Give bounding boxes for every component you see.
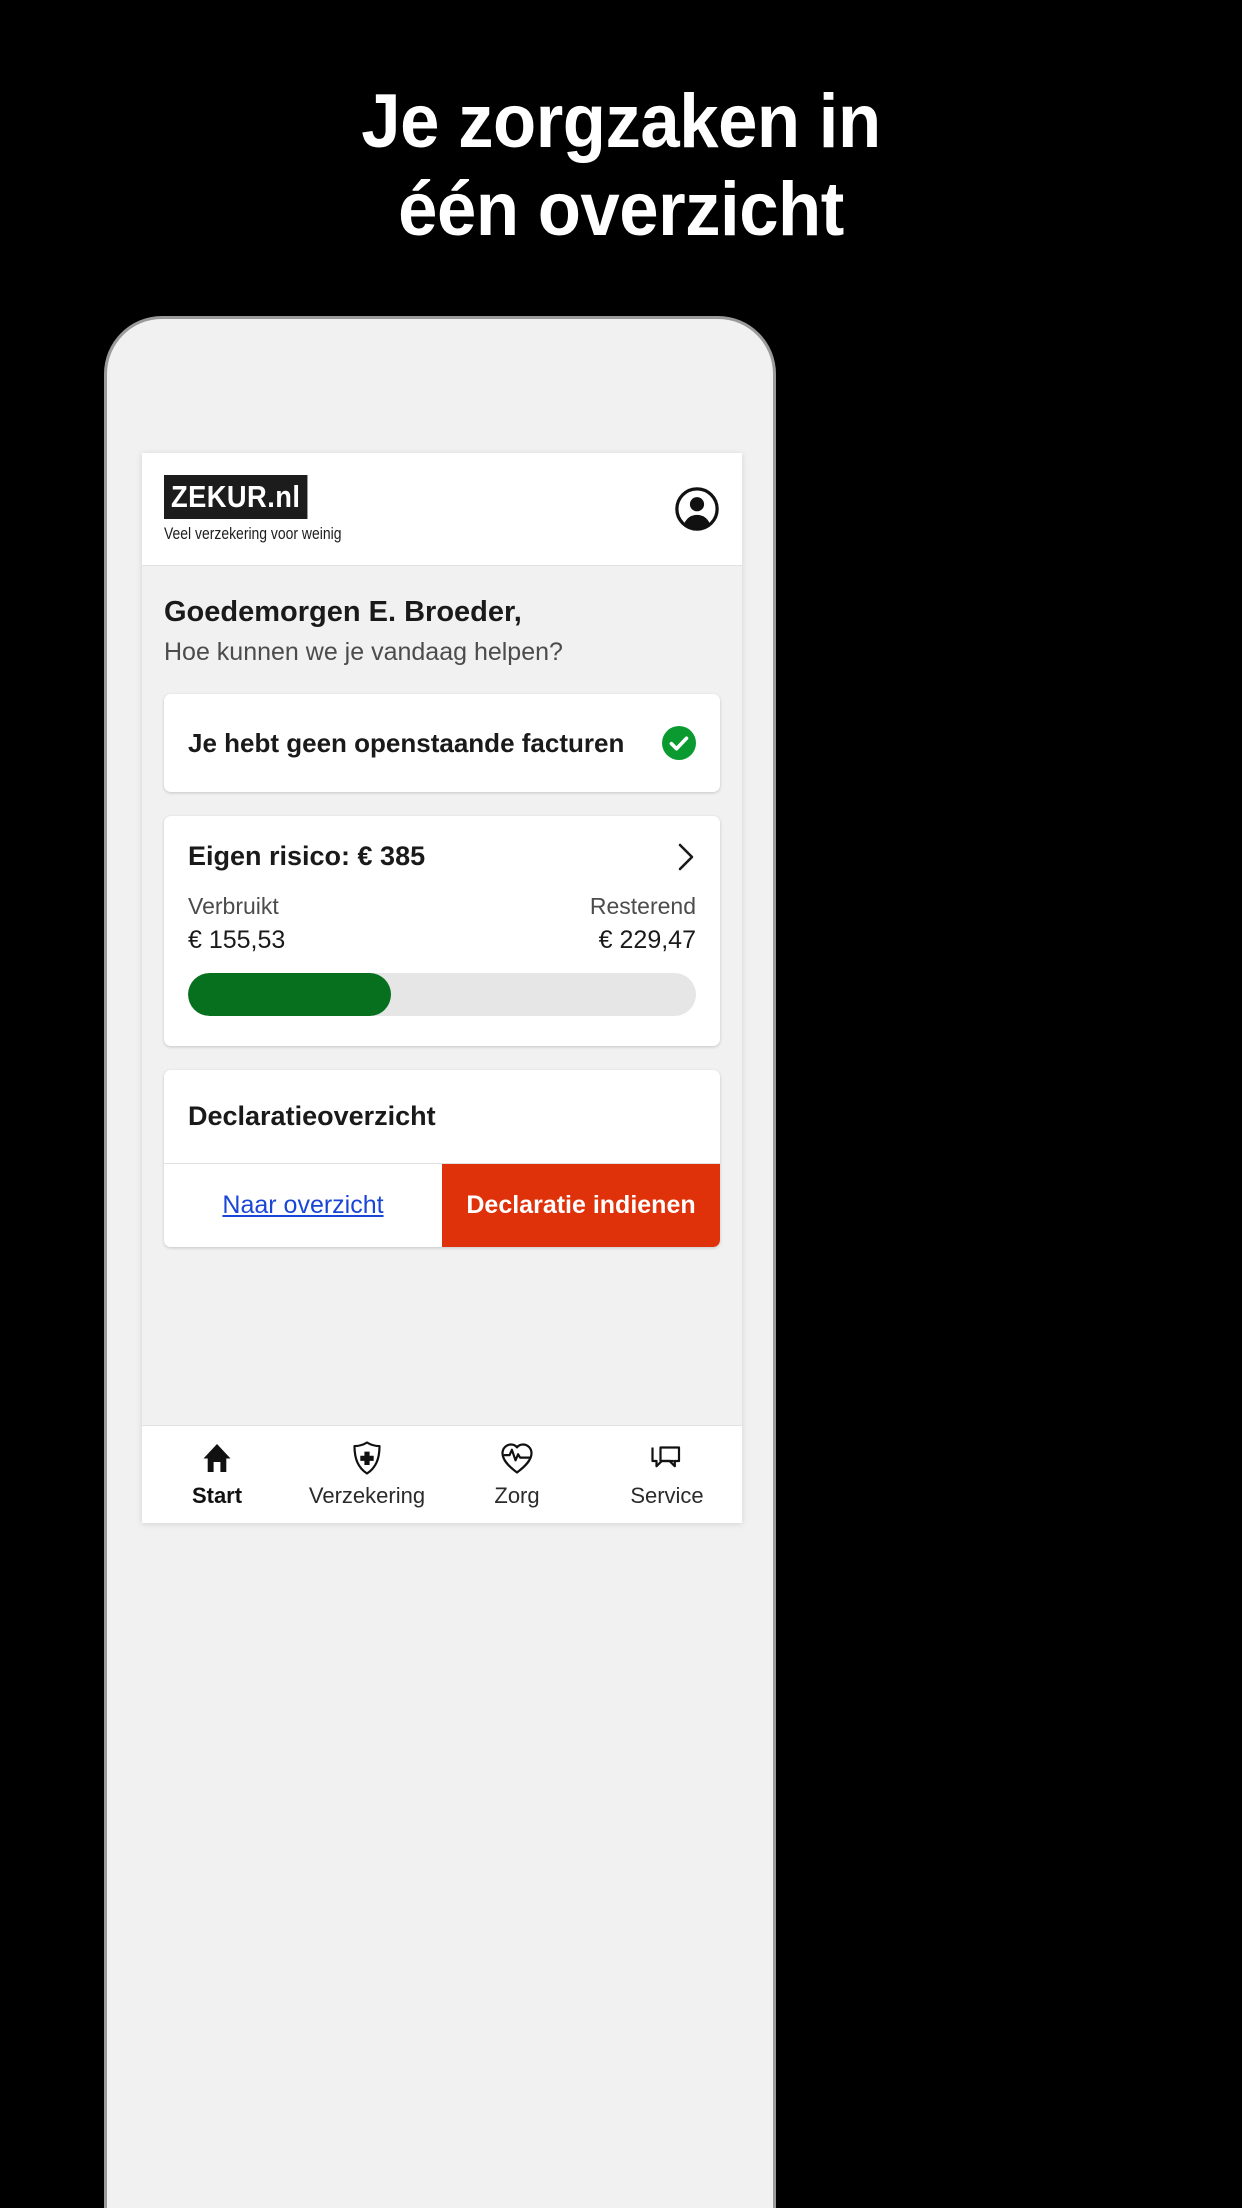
app-content: Goedemorgen E. Broeder, Hoe kunnen we je… (142, 566, 742, 1425)
declaratie-indienen-button[interactable]: Declaratie indienen (442, 1164, 720, 1247)
nav-label-start: Start (191, 1483, 243, 1508)
verbruikt-label: Verbruikt (188, 893, 279, 919)
open-invoices-text: Je hebt geen openstaande facturen (188, 728, 625, 758)
bottom-navigation: Start Verzekering Zorg Service (142, 1425, 742, 1523)
zekur-logo-mark: ZEKUR.nl (164, 475, 308, 519)
eigen-risico-values: € 155,53 € 229,47 (188, 921, 696, 957)
nav-item-verzekering[interactable]: Verzekering (292, 1440, 442, 1509)
eigen-risico-progress-fill (188, 973, 392, 1016)
eigen-risico-header: Eigen risico: € 385 (188, 840, 696, 873)
greeting-subtitle: Hoe kunnen we je vandaag helpen? (164, 638, 563, 666)
chat-bubbles-icon (649, 1440, 685, 1476)
verbruikt-value: € 155,53 (188, 926, 286, 954)
declaratieoverzicht-title: Declaratieoverzicht (164, 1070, 720, 1164)
heart-pulse-icon (499, 1440, 535, 1476)
nav-label-verzekering: Verzekering (308, 1483, 426, 1508)
nav-label-zorg: Zorg (494, 1483, 540, 1508)
app-screen: ZEKUR.nl Veel verzekering voor weinig Go… (142, 453, 742, 1523)
eigen-risico-card[interactable]: Eigen risico: € 385 Verbruikt Resterend … (164, 816, 720, 1046)
hero-headline-line-2: één overzicht (398, 167, 844, 252)
eigen-risico-progress-track (188, 973, 696, 1016)
home-icon (199, 1440, 235, 1476)
eigen-risico-labels: Verbruikt Resterend (188, 891, 696, 921)
open-invoices-card[interactable]: Je hebt geen openstaande facturen (164, 694, 720, 792)
chevron-right-icon[interactable] (676, 842, 696, 872)
zekur-logo-tagline: Veel verzekering voor weinig (164, 524, 342, 543)
hero-headline: Je zorgzaken in één overzicht (43, 78, 1198, 254)
nav-item-zorg[interactable]: Zorg (442, 1440, 592, 1509)
person-circle-icon[interactable] (674, 486, 720, 532)
naar-overzicht-link[interactable]: Naar overzicht (164, 1164, 442, 1247)
app-header: ZEKUR.nl Veel verzekering voor weinig (142, 453, 742, 566)
eigen-risico-title: Eigen risico: € 385 (188, 841, 426, 871)
check-circle-icon (662, 726, 696, 760)
greeting-title: Goedemorgen E. Broeder, (164, 596, 522, 628)
hero-headline-line-1: Je zorgzaken in (361, 79, 881, 164)
resterend-label: Resterend (589, 893, 696, 919)
declaratieoverzicht-card: Declaratieoverzicht Naar overzicht Decla… (164, 1070, 720, 1247)
nav-item-start[interactable]: Start (142, 1440, 292, 1509)
declaratieoverzicht-actions: Naar overzicht Declaratie indienen (164, 1164, 720, 1247)
nav-label-service: Service (630, 1483, 704, 1508)
zekur-logo[interactable]: ZEKUR.nl Veel verzekering voor weinig (164, 475, 380, 543)
shield-plus-icon (349, 1440, 385, 1476)
nav-item-service[interactable]: Service (592, 1440, 742, 1509)
resterend-value: € 229,47 (598, 926, 696, 954)
